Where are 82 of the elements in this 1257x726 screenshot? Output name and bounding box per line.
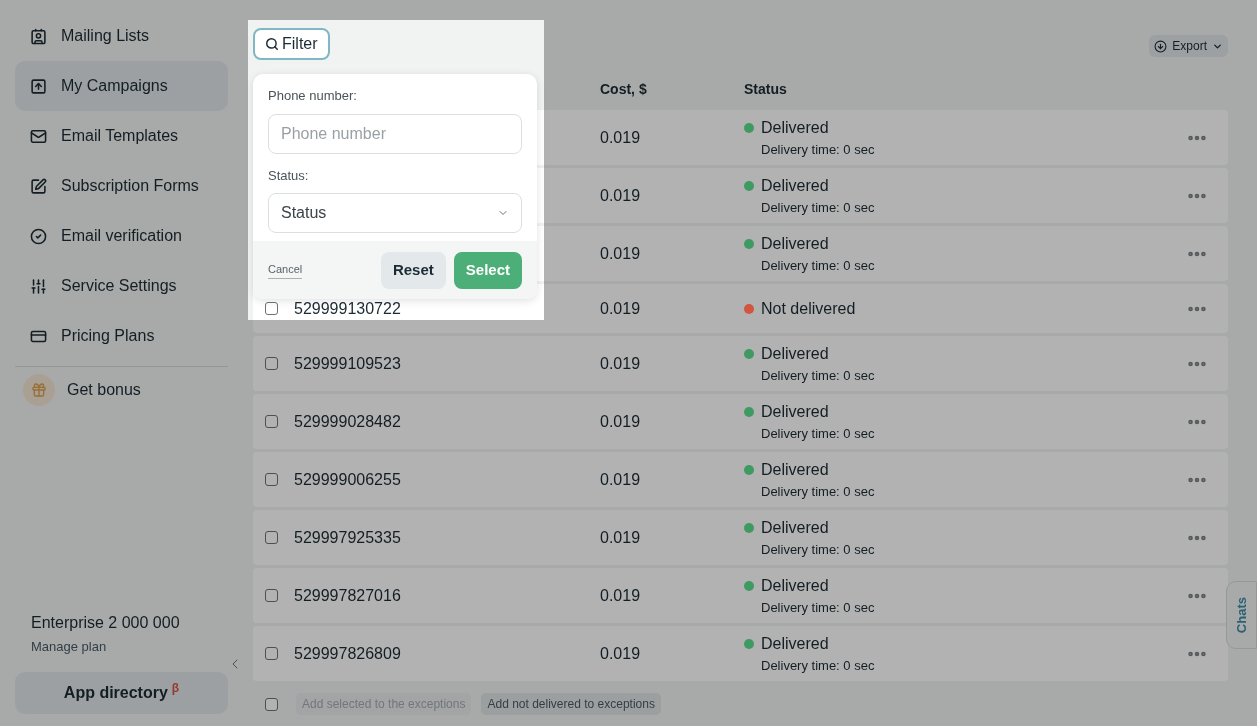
sidebar-item[interactable]: Pricing Plans <box>15 311 228 361</box>
table-row[interactable]: 529997826809 0.019 Delivered Delivery time: 0 sec <box>253 626 1228 681</box>
phone-number: 529999109523 <box>294 354 401 372</box>
checkbox[interactable] <box>265 647 278 660</box>
delivery-time: Delivery time: 0 sec <box>761 140 876 159</box>
delivery-time: Delivery time: 0 sec <box>761 540 876 559</box>
delivery-time: Delivery time: 0 sec <box>761 198 876 217</box>
checkbox[interactable] <box>265 357 278 370</box>
field-label: Status: <box>268 166 310 185</box>
phone-number: 529997827016 <box>294 586 401 604</box>
status-text: Delivered <box>761 175 829 196</box>
sidebar-item[interactable]: Get bonus <box>15 367 228 413</box>
phone-number: 529999006255 <box>294 470 401 488</box>
table-row[interactable]: 529997827016 0.019 Delivered Delivery time: 0 sec <box>253 568 1228 623</box>
table-row[interactable]: 529999130722 0.019 Not delivered <box>253 284 1228 333</box>
phone-number: 529997925335 <box>294 528 401 546</box>
cost-cell-text: 0.019 <box>600 411 642 432</box>
status-text: Delivered <box>761 517 829 538</box>
checkbox[interactable] <box>265 531 278 544</box>
sliders-icon <box>30 277 47 295</box>
check-circle-icon <box>30 227 47 245</box>
checkbox[interactable] <box>265 697 278 711</box>
gift-icon <box>23 374 55 406</box>
cost-cell-text: 0.019 <box>600 243 642 264</box>
status-text: Not delivered <box>761 298 856 319</box>
cost-cell-text: 0.019 <box>600 585 642 606</box>
cost-cell-text: 0.019 <box>600 298 642 319</box>
delivery-time: Delivery time: 0 sec <box>761 366 876 385</box>
sidebar-item[interactable]: Email verification <box>15 211 228 261</box>
status-text: Delivered <box>761 401 829 422</box>
table-row[interactable]: 529999006255 0.019 Delivered Delivery time: 0 sec <box>253 452 1228 507</box>
manage-plan-link[interactable]: Manage plan <box>31 636 107 656</box>
column-header: Cost, $ <box>600 79 648 99</box>
sidebar-item[interactable]: Subscription Forms <box>15 161 228 211</box>
phone-number: 529997826809 <box>294 644 401 662</box>
exception-button[interactable]: Add not delivered to exceptions <box>481 693 661 715</box>
sidebar-item[interactable]: Service Settings <box>15 261 228 311</box>
delivery-time: Delivery time: 0 sec <box>761 598 876 617</box>
field-label: Phone number: <box>268 87 358 105</box>
status-text: Delivered <box>761 633 829 654</box>
status-text: Delivered <box>761 343 829 364</box>
delivery-time: Delivery time: 0 sec <box>761 656 876 675</box>
cost-cell-text: 0.019 <box>600 185 642 206</box>
reset-button[interactable]: Reset <box>380 251 446 289</box>
status-select[interactable]: Status <box>268 193 522 233</box>
form-pen-icon <box>30 177 47 195</box>
contact-card-icon <box>30 27 47 45</box>
status-text: Delivered <box>761 459 829 480</box>
delivery-time: Delivery time: 0 sec <box>761 256 876 275</box>
cost-cell-text: 0.019 <box>600 127 642 148</box>
status-text: Delivered <box>761 233 829 254</box>
phone-number: 529999028482 <box>294 412 401 430</box>
phone-number: 529999130722 <box>294 299 401 317</box>
status-text: Delivered <box>761 575 829 596</box>
sidebar-item[interactable]: Email Templates <box>15 111 228 161</box>
phone-number-field[interactable]: Phone number <box>268 113 522 154</box>
cancel-link[interactable]: Cancel <box>268 261 303 279</box>
checkbox[interactable] <box>265 415 278 428</box>
table-row[interactable]: 529999109523 0.019 Delivered Delivery time: 0 sec <box>253 336 1228 391</box>
status-text: Delivered <box>761 117 829 138</box>
download-icon <box>1154 39 1168 53</box>
table-row[interactable]: 529999028482 0.019 Delivered Delivery time: 0 sec <box>253 394 1228 449</box>
cost-cell-text: 0.019 <box>600 469 642 490</box>
checkbox[interactable] <box>265 589 278 602</box>
checkbox[interactable] <box>265 473 278 486</box>
upload-icon <box>30 77 47 95</box>
app-directory-button[interactable]: App directory β <box>15 672 228 714</box>
column-header: Status <box>744 79 787 99</box>
cost-cell-text: 0.019 <box>600 527 642 548</box>
export-button[interactable]: Export <box>1149 35 1228 57</box>
delivery-time: Delivery time: 0 sec <box>761 424 876 443</box>
search-icon <box>265 37 279 51</box>
checkbox[interactable] <box>265 302 278 315</box>
sidebar-item[interactable]: My Campaigns <box>15 61 228 111</box>
cost-cell-text: 0.019 <box>600 643 642 664</box>
sidebar-item[interactable]: Mailing Lists <box>15 11 228 61</box>
table-row[interactable]: 529997925335 0.019 Delivered Delivery time: 0 sec <box>253 510 1228 565</box>
delivery-time: Delivery time: 0 sec <box>761 482 876 501</box>
envelope-icon <box>30 127 47 145</box>
plan-name: Enterprise 2 000 000 <box>31 612 181 633</box>
filter-button[interactable]: Filter <box>253 28 330 60</box>
cost-cell-text: 0.019 <box>600 353 642 374</box>
